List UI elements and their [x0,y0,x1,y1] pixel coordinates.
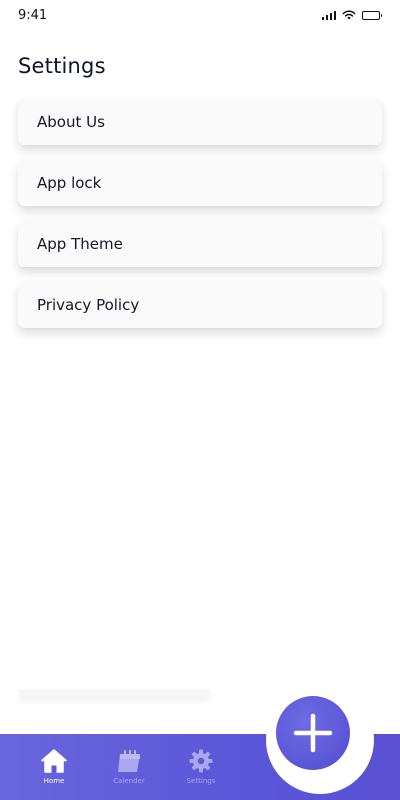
nav-item-calendar[interactable]: Calender [103,748,155,785]
status-time: 9:41 [18,7,48,23]
divider-shadow [18,690,210,696]
nav-label-home: Home [43,777,65,785]
calendar-icon [118,750,140,772]
nav-label-settings: Settings [186,777,216,785]
wifi-icon [342,10,356,20]
settings-item-privacy-policy[interactable]: Privacy Policy [18,282,382,328]
settings-item-app-theme[interactable]: App Theme [18,221,382,267]
settings-item-about-us[interactable]: About Us [18,99,382,145]
nav-label-calendar: Calender [113,777,145,785]
settings-item-label: About Us [37,113,105,131]
battery-icon [362,10,382,20]
signal-icon [321,10,336,20]
status-bar: 9:41 [0,0,400,30]
settings-item-label: App lock [37,174,102,192]
plus-icon [293,713,333,753]
add-button[interactable] [276,696,350,770]
page-title: Settings [18,54,106,78]
settings-list: About Us App lock App Theme Privacy Poli… [18,99,382,343]
status-icons [321,10,382,20]
settings-item-label: Privacy Policy [37,296,140,314]
gear-icon [189,749,213,773]
home-icon [41,749,67,773]
nav-item-settings[interactable]: Settings [175,748,227,785]
settings-item-app-lock[interactable]: App lock [18,160,382,206]
nav-item-home[interactable]: Home [28,748,80,785]
settings-item-label: App Theme [37,235,123,253]
